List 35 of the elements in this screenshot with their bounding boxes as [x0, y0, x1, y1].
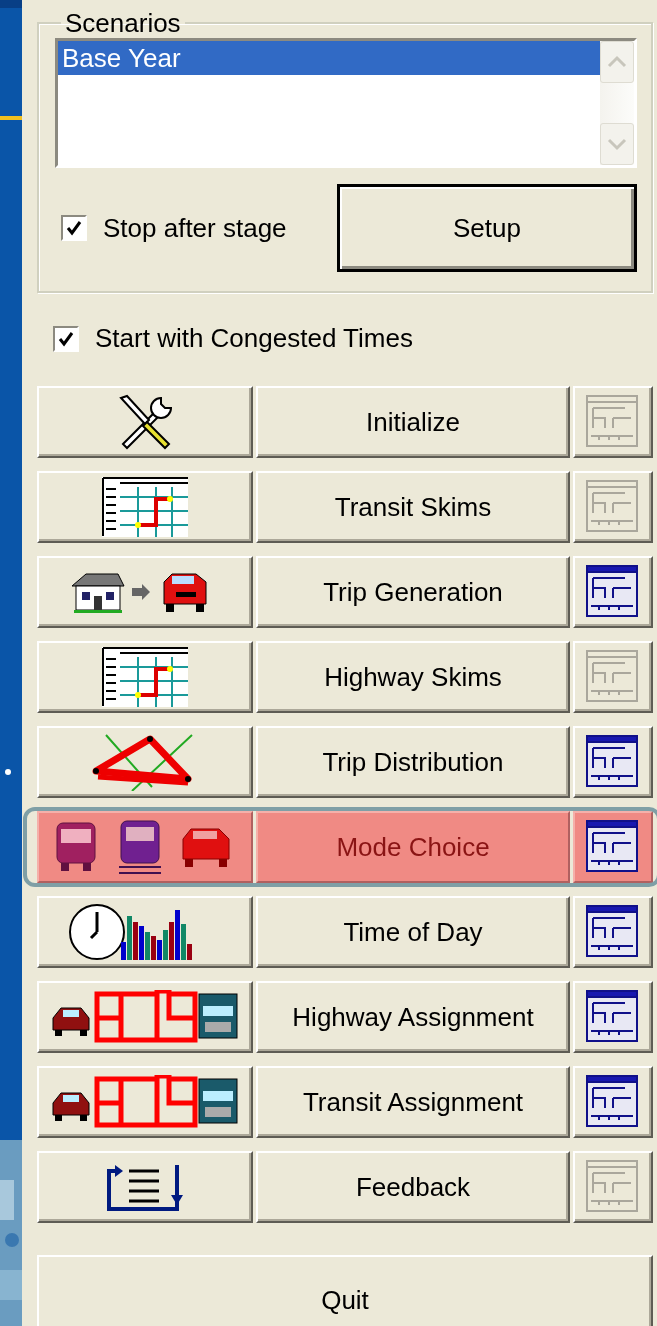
checkbox-label: Stop after stage [103, 212, 287, 244]
checkbox-label: Start with Congested Times [95, 323, 413, 354]
report-window-icon [585, 564, 641, 620]
report-window-icon [585, 734, 641, 790]
check-icon [65, 219, 83, 237]
stage-button[interactable]: Trip Distribution [256, 726, 570, 798]
report-button[interactable] [573, 811, 653, 883]
setup-button[interactable]: Setup [337, 184, 637, 272]
report-window-icon [585, 989, 641, 1045]
stage-button[interactable]: Initialize [256, 386, 570, 458]
car-network-truck-icon [51, 1075, 239, 1129]
chevron-up-icon [606, 55, 628, 69]
car-network-truck-icon [51, 990, 239, 1044]
report-window-icon [585, 1074, 641, 1130]
group-title: Scenarios [64, 8, 182, 38]
stage-icon-button[interactable] [37, 811, 253, 883]
scenario-list[interactable]: Base Year [55, 38, 637, 168]
chevron-down-icon [606, 137, 628, 151]
grid-path-icon [102, 647, 188, 707]
checkbox[interactable] [53, 325, 79, 352]
grid-path-icon [102, 477, 188, 537]
stage-button[interactable]: Highway Skims [256, 641, 570, 713]
stage-button[interactable]: Time of Day [256, 896, 570, 968]
stage-button[interactable]: Transit Skims [256, 471, 570, 543]
stage-button[interactable]: Feedback [256, 1151, 570, 1223]
stage-button[interactable]: Highway Assignment [256, 981, 570, 1053]
report-window-icon [585, 819, 641, 875]
stage-button[interactable]: Transit Assignment [256, 1066, 570, 1138]
scenario-item[interactable]: Base Year [58, 41, 600, 75]
check-icon [57, 329, 75, 348]
quit-button[interactable]: Quit [37, 1255, 653, 1326]
stage-button[interactable]: Mode Choice [256, 811, 570, 883]
report-window-icon [585, 904, 641, 960]
stage-button[interactable]: Trip Generation [256, 556, 570, 628]
checkbox[interactable] [61, 215, 87, 241]
